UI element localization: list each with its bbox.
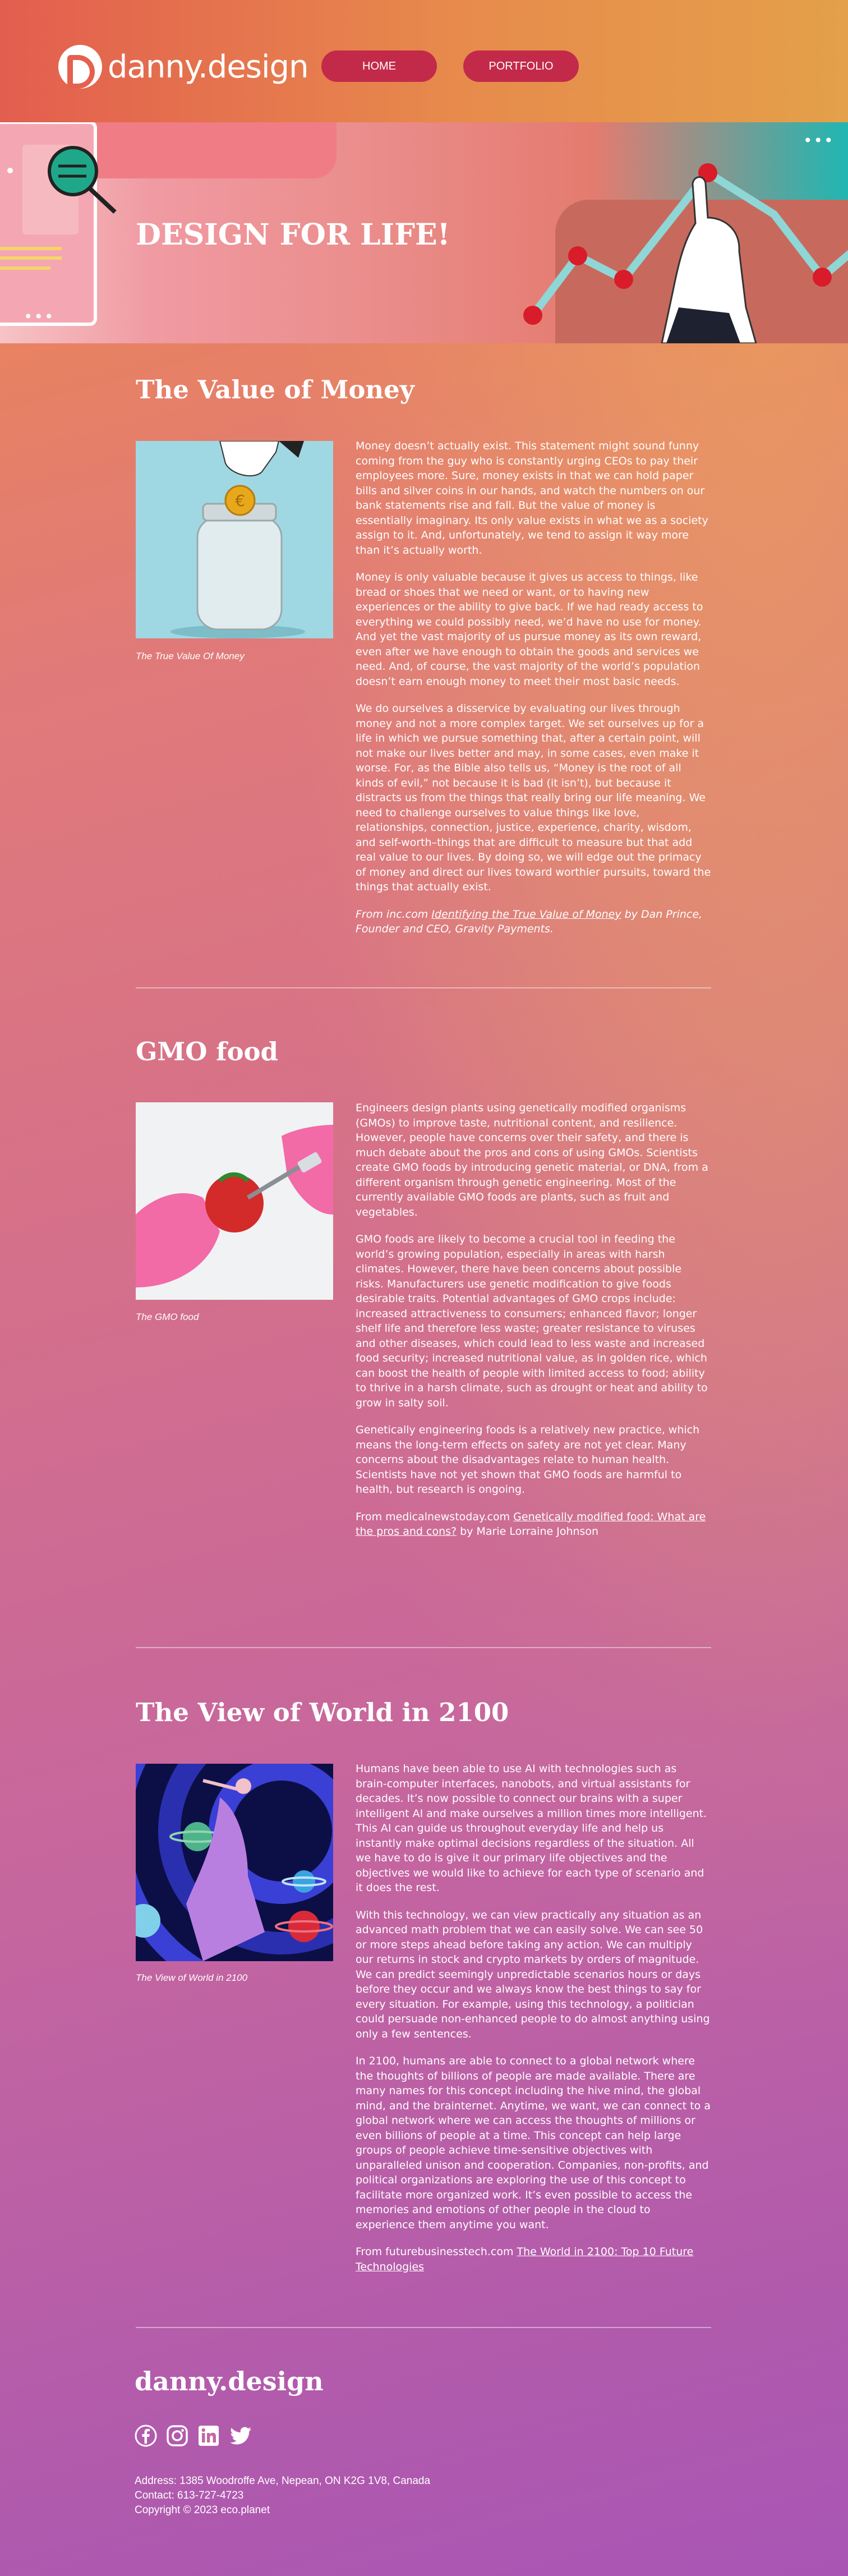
section-divider	[136, 1647, 711, 1648]
site-header: danny.design HOME PORTFOLIO	[0, 0, 848, 122]
nav-portfolio-button[interactable]: PORTFOLIO	[463, 50, 579, 82]
source-prefix: From inc.com	[356, 908, 432, 921]
nav-home-button[interactable]: HOME	[321, 50, 437, 82]
paragraph: GMO foods are likely to become a crucial…	[356, 1233, 708, 1409]
paragraph: Money doesn’t actually exist. This state…	[356, 440, 708, 556]
logo-mark-icon	[58, 45, 102, 89]
section-title: The Value of Money	[136, 375, 414, 404]
article-image-gmo	[136, 1102, 333, 1300]
svg-text:€: €	[235, 491, 245, 510]
paragraph: Money is only valuable because it gives …	[356, 571, 703, 688]
paragraph: With this technology, we can view practi…	[356, 1908, 710, 2040]
paragraph: In 2100, humans are able to connect to a…	[356, 2055, 711, 2231]
footer-address: Address: 1385 Woodroffe Ave, Nepean, ON …	[135, 2475, 431, 2487]
paragraph: Genetically engineering foods is a relat…	[356, 1424, 700, 1496]
hero-banner: ••• ••• DESIGN FOR LIFE!	[0, 122, 848, 343]
twitter-icon[interactable]	[230, 2425, 252, 2447]
article-body: Humans have been able to use AI with tec…	[356, 1761, 711, 2287]
footer-logo[interactable]: danny.design	[135, 2366, 324, 2396]
paragraph: Humans have been able to use AI with tec…	[356, 1763, 707, 1894]
source-prefix: From medicalnewstoday.com	[356, 1510, 514, 1523]
instagram-icon[interactable]	[166, 2425, 188, 2447]
image-caption: The GMO food	[136, 1312, 199, 1322]
source-citation: From futurebusinesstech.com The World in…	[356, 2244, 711, 2274]
image-caption: The True Value Of Money	[136, 651, 245, 661]
facebook-icon[interactable]	[135, 2425, 157, 2447]
article-image-2100	[136, 1764, 333, 1961]
article-body: Engineers design plants using geneticall…	[356, 1101, 711, 1552]
linkedin-icon[interactable]	[197, 2425, 220, 2447]
section-divider	[136, 2327, 711, 2328]
section-title: GMO food	[136, 1037, 278, 1066]
hero-title: DESIGN FOR LIFE!	[136, 218, 450, 252]
source-prefix: From futurebusinesstech.com	[356, 2246, 517, 2258]
source-link[interactable]: Identifying the True Value of Money	[431, 908, 621, 921]
source-suffix: by Marie Lorraine Johnson	[457, 1525, 599, 1538]
source-citation: From inc.com Identifying the True Value …	[356, 907, 711, 937]
footer-copyright: Copyright © 2023 eco.planet	[135, 2504, 270, 2516]
article-image-money: €	[136, 441, 333, 638]
paragraph: Engineers design plants using geneticall…	[356, 1102, 708, 1218]
site-logo[interactable]: danny.design	[58, 45, 309, 89]
hero-menu-dots-icon[interactable]: •••	[803, 131, 835, 150]
footer-contact: Contact: 613-727-4723	[135, 2490, 244, 2501]
logo-text: danny.design	[108, 48, 309, 85]
section-title: The View of World in 2100	[136, 1698, 509, 1727]
source-citation: From medicalnewstoday.com Genetically mo…	[356, 1510, 711, 1539]
section-divider	[136, 987, 711, 988]
paragraph: We do ourselves a disservice by evaluati…	[356, 702, 711, 893]
hero-more-dots-icon[interactable]: •••	[24, 307, 55, 326]
image-caption: The View of World in 2100	[136, 1972, 248, 1983]
article-body: Money doesn’t actually exist. This state…	[356, 439, 711, 949]
